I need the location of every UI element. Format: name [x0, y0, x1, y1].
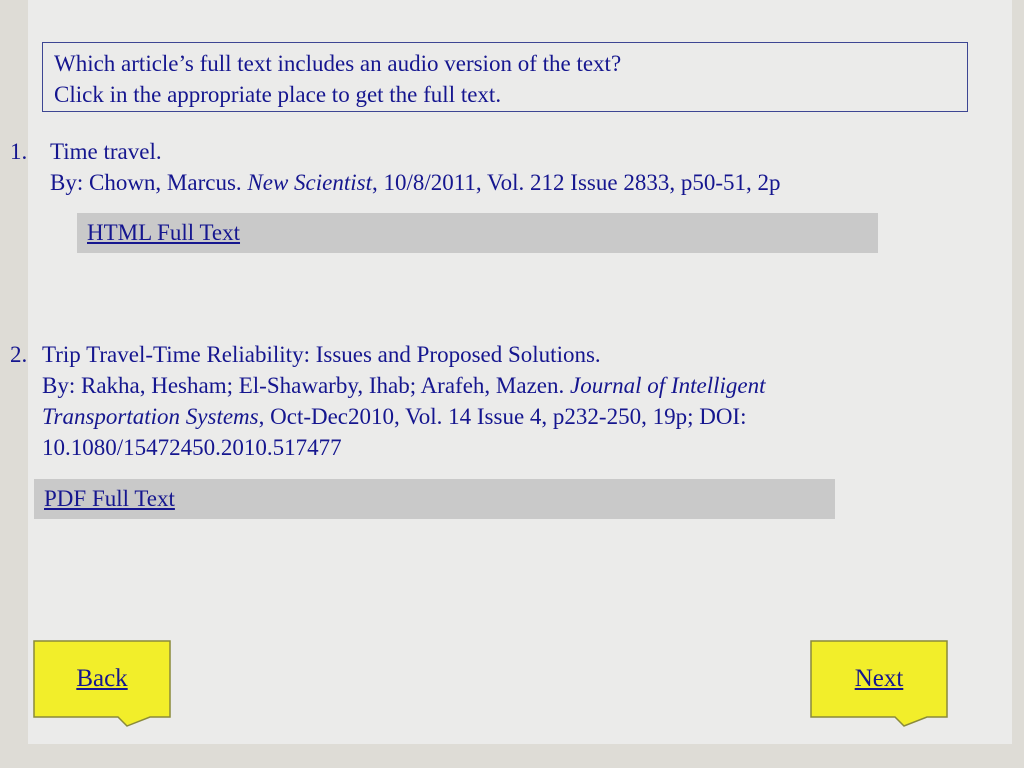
- html-full-text-link[interactable]: HTML Full Text: [87, 220, 240, 245]
- back-button[interactable]: Back: [33, 640, 171, 730]
- citation-authors: By: Rakha, Hesham; El-Shawarby, Ihab; Ar…: [42, 373, 570, 398]
- question-box: Which article’s full text includes an au…: [42, 42, 968, 112]
- article-citation-line-2: Transportation Systems, Oct-Dec2010, Vol…: [42, 401, 910, 432]
- question-line-1: Which article’s full text includes an au…: [54, 51, 622, 76]
- next-button[interactable]: Next: [810, 640, 948, 730]
- citation-authors: By: Chown, Marcus.: [50, 170, 248, 195]
- html-full-text-bar: HTML Full Text: [77, 213, 878, 253]
- article-doi: 10.1080/15472450.2010.517477: [42, 435, 342, 460]
- pdf-full-text-link[interactable]: PDF Full Text: [44, 486, 175, 511]
- article-1: 1. Time travel. By: Chown, Marcus. New S…: [10, 136, 970, 198]
- article-title: Time travel.: [50, 139, 162, 164]
- pdf-full-text-bar: PDF Full Text: [34, 479, 835, 519]
- citation-details: , 10/8/2011, Vol. 212 Issue 2833, p50-51…: [372, 170, 781, 195]
- citation-journal: Transportation Systems: [42, 404, 259, 429]
- article-citation: By: Chown, Marcus. New Scientist, 10/8/2…: [50, 167, 970, 198]
- question-line-2: Click in the appropriate place to get th…: [54, 82, 502, 107]
- article-number: 1.: [10, 139, 28, 164]
- citation-journal: Journal of Intelligent: [570, 373, 766, 398]
- citation-details: , Oct-Dec2010, Vol. 14 Issue 4, p232-250…: [258, 404, 747, 429]
- citation-journal: New Scientist: [247, 170, 372, 195]
- article-number: 2.: [10, 342, 28, 367]
- article-title: Trip Travel-Time Reliability: Issues and…: [42, 342, 601, 367]
- back-label[interactable]: Back: [33, 640, 171, 718]
- article-2: 2. Trip Travel-Time Reliability: Issues …: [10, 339, 910, 463]
- next-label[interactable]: Next: [810, 640, 948, 718]
- article-citation-line-1: By: Rakha, Hesham; El-Shawarby, Ihab; Ar…: [42, 370, 910, 401]
